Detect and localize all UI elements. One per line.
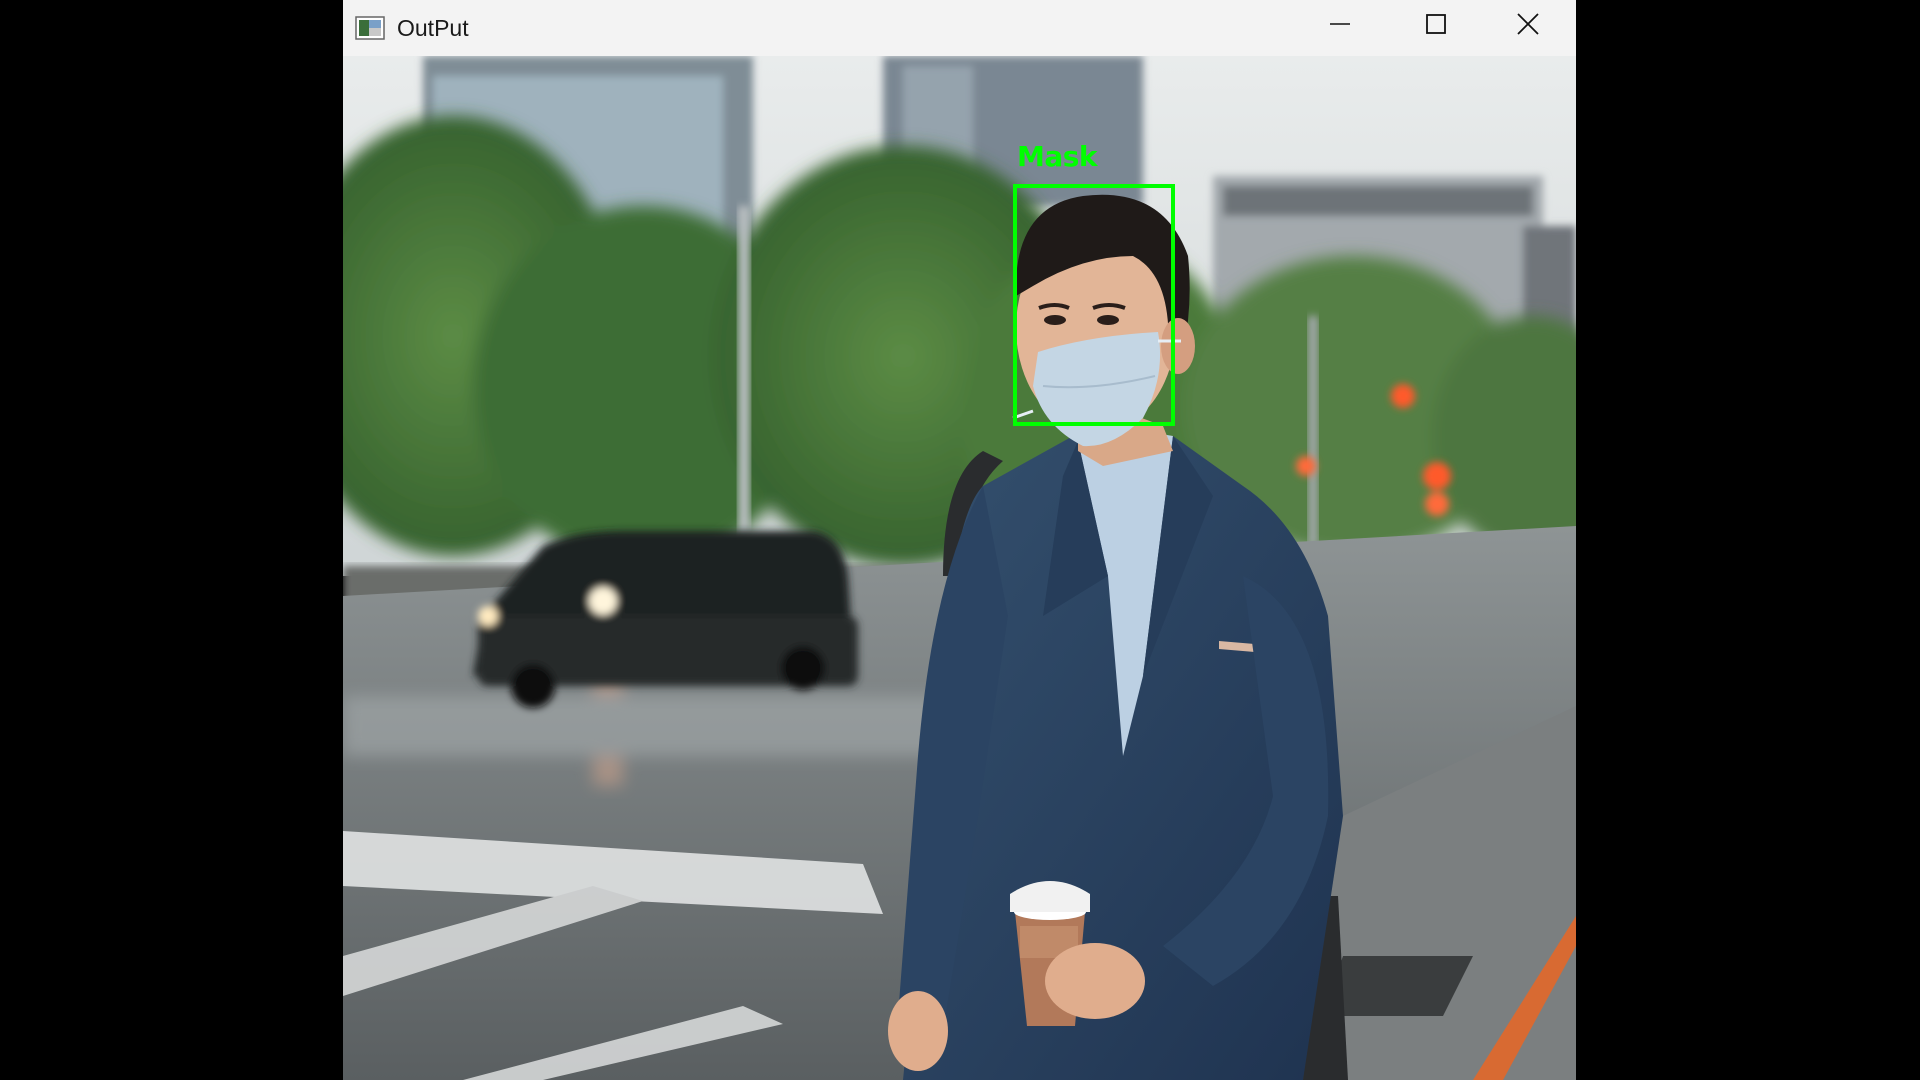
maximize-button[interactable]	[1388, 0, 1484, 48]
window-title: OutPut	[397, 14, 469, 41]
street-photo	[343, 56, 1576, 1080]
maximize-icon	[1426, 14, 1446, 34]
title-bar[interactable]: OutPut	[343, 0, 1576, 56]
image-window-icon	[355, 16, 385, 40]
minimize-icon	[1330, 23, 1350, 25]
output-window: OutPut Mask	[343, 0, 1576, 1080]
close-button[interactable]	[1480, 0, 1576, 48]
minimize-button[interactable]	[1292, 0, 1388, 48]
image-viewport: Mask	[343, 56, 1576, 1080]
close-icon	[1517, 13, 1539, 35]
detection-label: Mask	[1017, 140, 1098, 173]
